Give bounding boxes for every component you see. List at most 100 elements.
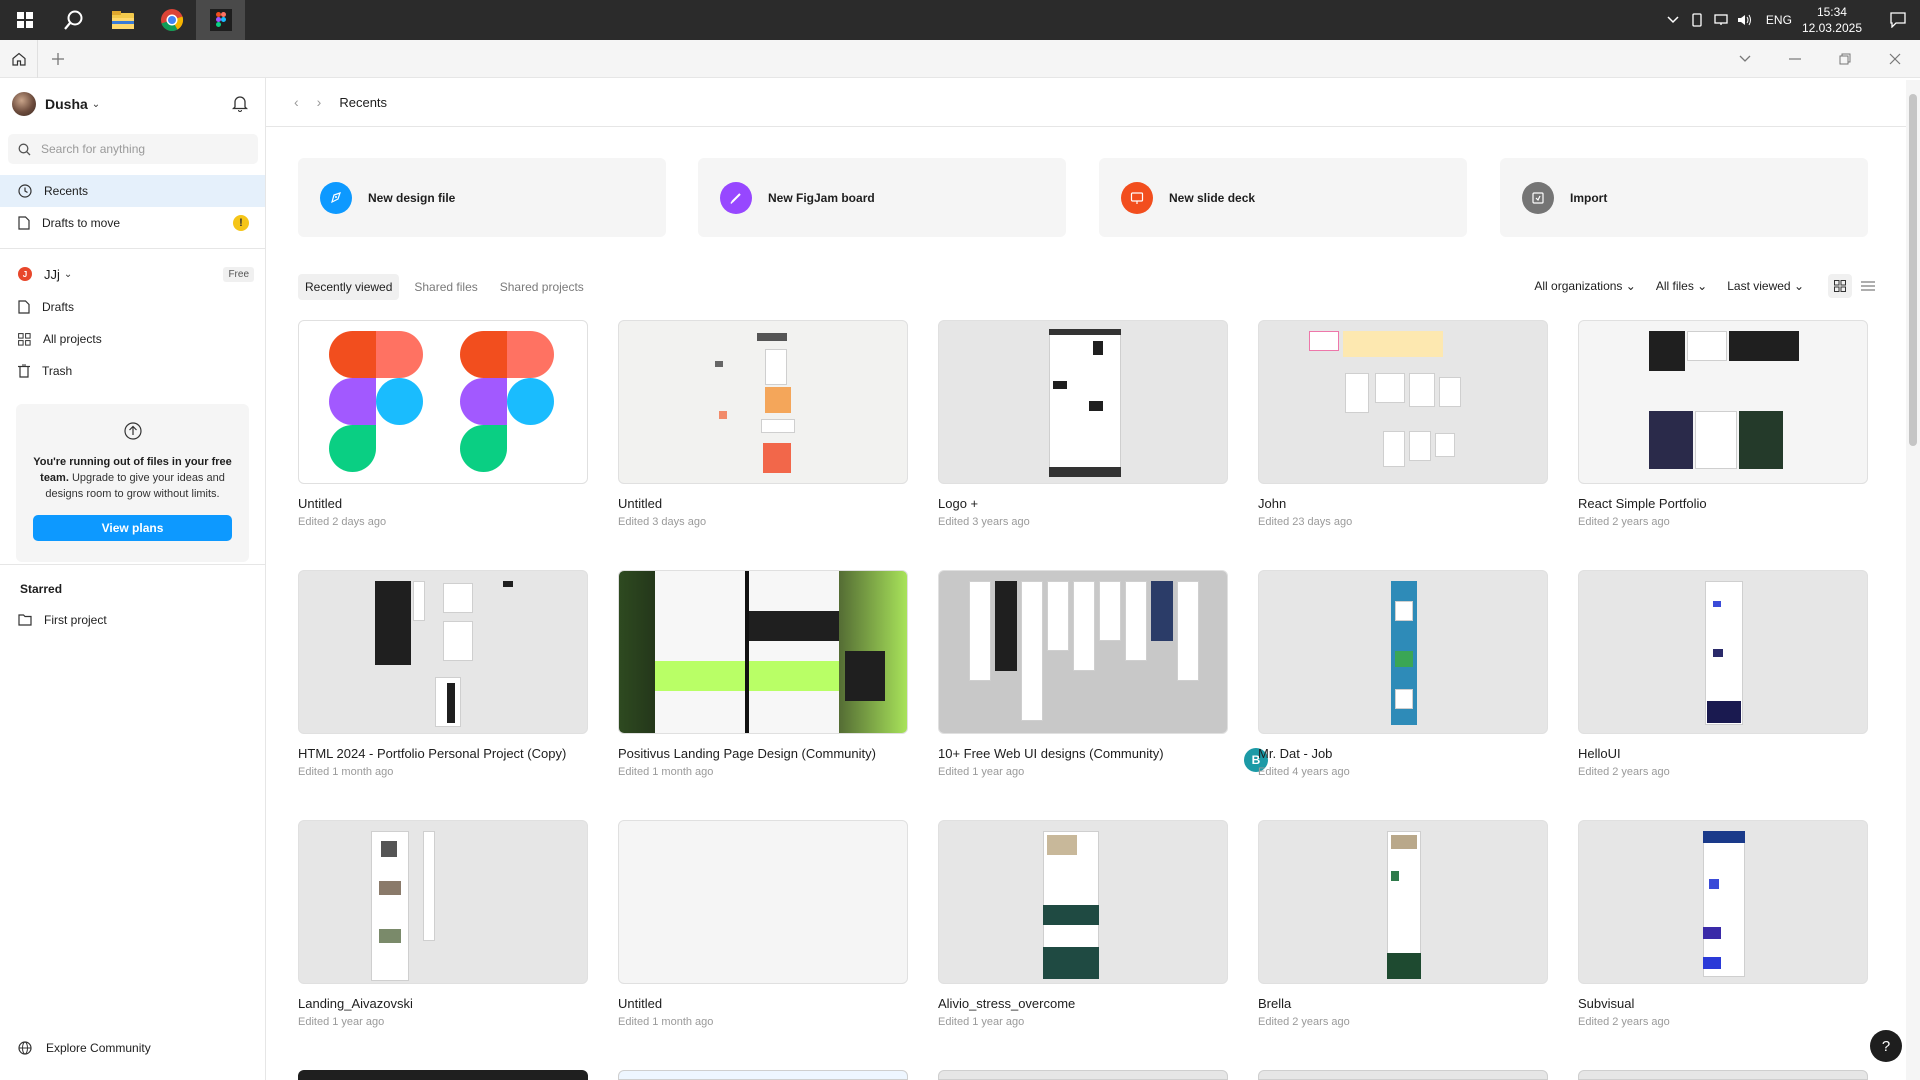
- file-thumbnail: [1258, 320, 1548, 484]
- minimize-icon: [1789, 58, 1801, 60]
- figma-taskbar-button[interactable]: [196, 0, 245, 40]
- clock-time: 15:34: [1816, 5, 1847, 19]
- file-thumbnail: [298, 570, 588, 734]
- file-thumbnail-partial: [1578, 1070, 1868, 1080]
- chevron-up-icon[interactable]: [1662, 16, 1684, 24]
- chrome-button[interactable]: [147, 0, 196, 40]
- home-tab[interactable]: [0, 39, 38, 78]
- file-edited: Edited 2 years ago: [1258, 1016, 1350, 1028]
- notifications-button[interactable]: [231, 94, 249, 117]
- new-tab-button[interactable]: [38, 40, 78, 78]
- upgrade-message: You're running out of files in your free…: [28, 454, 237, 502]
- notification-icon: [1890, 12, 1906, 28]
- divider: [266, 126, 1906, 127]
- file-card[interactable]: Positivus Landing Page Design (Community…: [618, 570, 908, 778]
- network-icon[interactable]: [1710, 14, 1732, 26]
- minimize-button[interactable]: [1770, 40, 1820, 78]
- new-design-file-button[interactable]: New design file: [298, 158, 666, 237]
- file-card[interactable]: Mr. Dat - Job Edited 4 years ago: [1258, 570, 1548, 778]
- grid-view-toggle[interactable]: [1828, 274, 1852, 298]
- new-figjam-board-button[interactable]: New FigJam board: [698, 158, 1066, 237]
- file-card[interactable]: HelloUI Edited 2 years ago: [1578, 570, 1868, 778]
- team-switcher[interactable]: J JJj ⌄ Free: [18, 262, 258, 286]
- import-button[interactable]: Import: [1500, 158, 1868, 237]
- device-icon[interactable]: [1686, 13, 1708, 27]
- close-window-button[interactable]: [1870, 40, 1920, 78]
- sidebar-item-trash[interactable]: Trash: [0, 355, 265, 387]
- search-input[interactable]: [39, 141, 239, 157]
- taskbar-clock[interactable]: 15:34 12.03.2025: [1802, 4, 1862, 36]
- file-edited: Edited 2 years ago: [1578, 516, 1670, 528]
- team-name: JJj: [44, 266, 60, 282]
- sort-controls: All organizations ⌄ All files ⌄ Last vie…: [1534, 274, 1880, 298]
- notification-button[interactable]: [1876, 12, 1920, 28]
- explore-community-link[interactable]: Explore Community: [18, 1041, 151, 1055]
- sidebar-item-all-projects[interactable]: All projects: [0, 323, 265, 355]
- back-arrow-icon[interactable]: ‹: [294, 94, 299, 110]
- file-name: HTML 2024 - Portfolio Personal Project (…: [298, 746, 567, 761]
- search-box[interactable]: [8, 134, 258, 164]
- folder-icon: [18, 614, 32, 626]
- file-card[interactable]: Untitled Edited 3 days ago: [618, 320, 908, 528]
- account-switcher[interactable]: Dusha ⌄: [12, 90, 252, 118]
- action-label: New FigJam board: [768, 190, 875, 205]
- folder-icon: [111, 11, 134, 29]
- view-plans-button[interactable]: View plans: [33, 515, 232, 541]
- volume-icon[interactable]: [1734, 14, 1756, 26]
- file-edited: Edited 2 days ago: [298, 516, 387, 528]
- breadcrumb: ‹ › Recents: [294, 78, 387, 126]
- sidebar-item-drafts-to-move[interactable]: Drafts to move !: [0, 207, 265, 239]
- tab-dropdown-button[interactable]: [1720, 40, 1770, 78]
- team-avatar: J: [18, 267, 32, 281]
- file-thumbnail: [618, 320, 908, 484]
- sidebar-item-label: Trash: [42, 364, 73, 378]
- explore-label: Explore Community: [46, 1041, 151, 1055]
- file-card[interactable]: 10+ Free Web UI designs (Community) Edit…: [938, 570, 1268, 778]
- file-name: Positivus Landing Page Design (Community…: [618, 746, 876, 761]
- file-edited: Edited 2 years ago: [1578, 1016, 1670, 1028]
- design-file-icon: [320, 181, 352, 214]
- tab-shared-files[interactable]: Shared files: [407, 274, 484, 300]
- scrollbar[interactable]: [1906, 80, 1920, 1080]
- clock-icon: [18, 184, 32, 198]
- sidebar-item-label: First project: [44, 613, 107, 627]
- file-card[interactable]: Logo + Edited 3 years ago: [938, 320, 1228, 528]
- file-card[interactable]: HTML 2024 - Portfolio Personal Project (…: [298, 570, 588, 778]
- restore-button[interactable]: [1820, 40, 1870, 78]
- files-dropdown[interactable]: All files ⌄: [1656, 279, 1707, 293]
- file-card[interactable]: React Simple Portfolio Edited 2 years ag…: [1578, 320, 1868, 528]
- scrollbar-thumb[interactable]: [1909, 94, 1917, 446]
- list-view-toggle[interactable]: [1856, 274, 1880, 298]
- file-card[interactable]: Alivio_stress_overcome Edited 1 year ago: [938, 820, 1228, 1028]
- sidebar-item-drafts[interactable]: Drafts: [0, 291, 265, 323]
- chrome-icon: [160, 9, 183, 32]
- file-card[interactable]: Brella Edited 2 years ago: [1258, 820, 1548, 1028]
- file-name: Landing_Aivazovski: [298, 996, 413, 1011]
- file-thumbnail: [1258, 820, 1548, 984]
- file-card[interactable]: John Edited 23 days ago: [1258, 320, 1548, 528]
- main-content: ‹ › Recents New design file New FigJam b…: [266, 78, 1920, 1080]
- file-card[interactable]: Subvisual Edited 2 years ago: [1578, 820, 1868, 1028]
- plus-icon: [52, 52, 64, 65]
- close-icon: [1889, 53, 1901, 65]
- sort-dropdown[interactable]: Last viewed ⌄: [1727, 279, 1804, 293]
- file-edited: Edited 1 year ago: [298, 1016, 385, 1028]
- sidebar-item-first-project[interactable]: First project: [0, 604, 265, 636]
- file-edited: Edited 1 year ago: [938, 766, 1025, 778]
- forward-arrow-icon[interactable]: ›: [317, 94, 322, 110]
- file-name: HelloUI: [1578, 746, 1621, 761]
- file-card[interactable]: Landing_Aivazovski Edited 1 year ago: [298, 820, 588, 1028]
- file-card[interactable]: Untitled Edited 1 month ago: [618, 820, 908, 1028]
- plan-badge: Free: [223, 266, 254, 282]
- tab-shared-projects[interactable]: Shared projects: [493, 274, 591, 300]
- language-indicator[interactable]: ENG: [1766, 13, 1792, 27]
- windows-start-button[interactable]: [0, 0, 49, 40]
- file-card[interactable]: Untitled Edited 2 days ago: [298, 320, 588, 528]
- file-explorer-button[interactable]: [98, 0, 147, 40]
- help-button[interactable]: ?: [1870, 1030, 1902, 1062]
- sidebar-item-recents[interactable]: Recents: [0, 175, 265, 207]
- organizations-dropdown[interactable]: All organizations ⌄: [1534, 279, 1635, 293]
- new-slide-deck-button[interactable]: New slide deck: [1099, 158, 1467, 237]
- tab-recently-viewed[interactable]: Recently viewed: [298, 274, 400, 300]
- taskbar-search-button[interactable]: [49, 0, 98, 40]
